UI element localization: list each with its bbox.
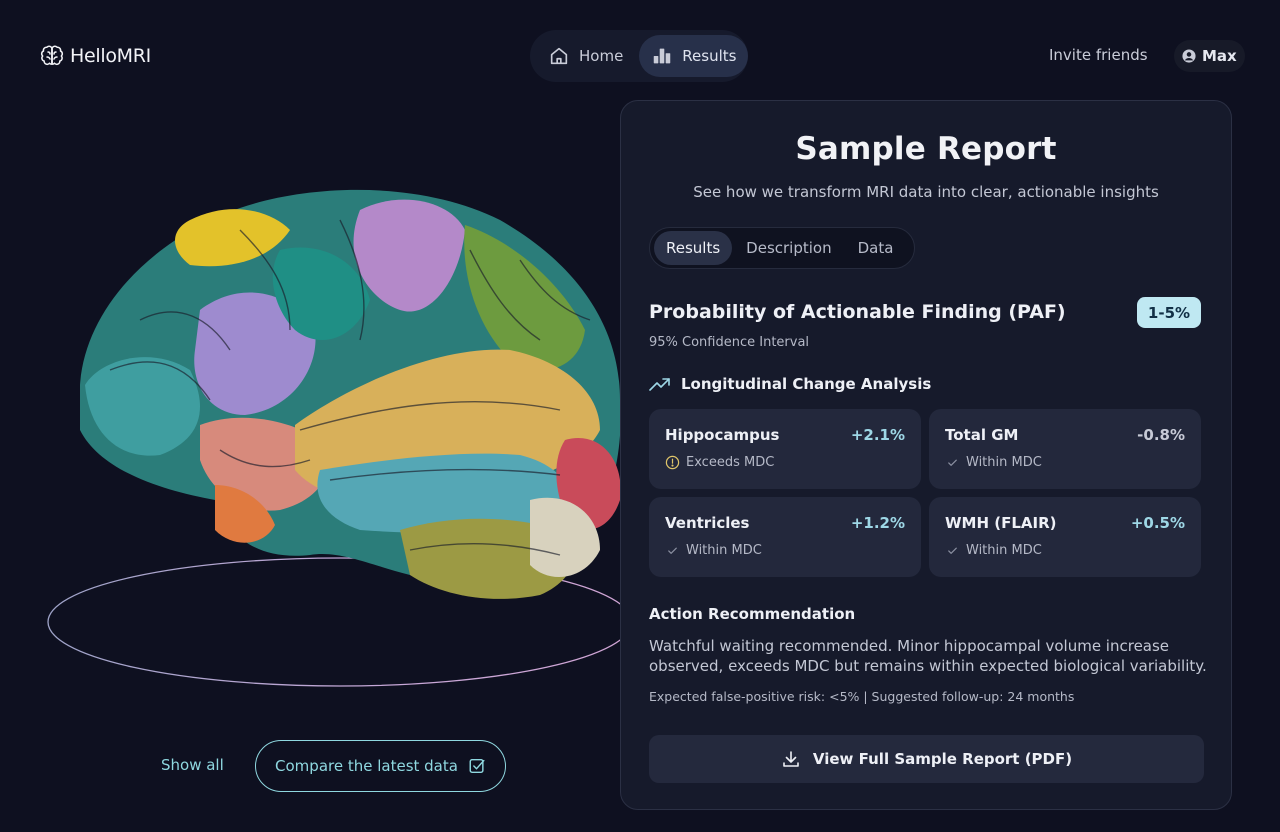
metric-name: Total GM: [945, 426, 1019, 444]
recommendation-heading: Action Recommendation: [649, 605, 856, 623]
metric-status: Within MDC: [945, 455, 1042, 470]
nav-home-label: Home: [579, 47, 624, 65]
checkbox-icon: [469, 758, 485, 774]
metric-name: Ventricles: [665, 514, 750, 532]
main-nav: Home Results: [530, 30, 749, 82]
compare-latest-button[interactable]: Compare the latest data: [255, 740, 506, 792]
sample-report-card: Sample Report See how we transform MRI d…: [620, 100, 1232, 810]
metric-status: Exceeds MDC: [665, 455, 774, 470]
report-title: Sample Report: [795, 131, 1057, 167]
trending-up-icon: [649, 378, 670, 391]
metric-status: Within MDC: [665, 543, 762, 558]
longitudinal-heading-label: Longitudinal Change Analysis: [681, 375, 932, 393]
metric-card-hippocampus[interactable]: Hippocampus +2.1% Exceeds MDC: [649, 409, 921, 489]
paf-title: Probability of Actionable Finding (PAF): [649, 301, 1066, 323]
metric-card-total-gm[interactable]: Total GM -0.8% Within MDC: [929, 409, 1201, 489]
user-circle-icon: [1182, 49, 1196, 63]
metric-value: +1.2%: [850, 514, 905, 532]
app-name: HelloMRI: [70, 45, 151, 67]
brain-3d-model: [47, 189, 633, 687]
brain-icon: [40, 45, 64, 66]
show-all-link[interactable]: Show all: [161, 756, 224, 774]
bar-chart-icon: [654, 48, 671, 64]
metric-status-label: Within MDC: [966, 455, 1042, 470]
recommendation-body: Watchful waiting recommended. Minor hipp…: [649, 637, 1207, 675]
tab-results[interactable]: Results: [654, 231, 733, 265]
alert-circle-icon: [665, 455, 680, 470]
download-icon: [783, 751, 799, 767]
app-logo[interactable]: HelloMRI: [40, 42, 151, 70]
metric-value: -0.8%: [1137, 426, 1185, 444]
recommendation-footnote: Expected false-positive risk: <5% | Sugg…: [649, 689, 1075, 704]
metric-status-label: Within MDC: [686, 543, 762, 558]
metric-value: +2.1%: [850, 426, 905, 444]
tab-description[interactable]: Description: [734, 231, 843, 265]
check-icon: [948, 547, 957, 554]
metric-status: Within MDC: [945, 543, 1042, 558]
nav-home[interactable]: Home: [536, 35, 635, 77]
invite-friends-link[interactable]: Invite friends: [1049, 46, 1148, 64]
metric-status-label: Exceeds MDC: [686, 455, 775, 470]
tab-data[interactable]: Data: [846, 231, 906, 265]
metric-status-label: Within MDC: [966, 543, 1042, 558]
check-icon: [668, 547, 677, 554]
brain-regions: [80, 189, 621, 599]
nav-results-label: Results: [682, 47, 737, 65]
home-icon: [550, 47, 568, 65]
paf-subtitle: 95% Confidence Interval: [649, 335, 810, 350]
report-subtitle: See how we transform MRI data into clear…: [693, 183, 1159, 201]
report-tabs: Results Description Data: [649, 227, 915, 269]
compare-label: Compare the latest data: [275, 757, 458, 775]
paf-badge: 1-5%: [1137, 297, 1201, 328]
user-name: Max: [1202, 47, 1237, 65]
metric-card-ventricles[interactable]: Ventricles +1.2% Within MDC: [649, 497, 921, 577]
longitudinal-heading: Longitudinal Change Analysis: [649, 375, 931, 393]
view-pdf-button[interactable]: View Full Sample Report (PDF): [649, 735, 1204, 783]
check-icon: [948, 459, 957, 466]
nav-results[interactable]: Results: [639, 35, 749, 77]
metric-card-wmh-flair[interactable]: WMH (FLAIR) +0.5% Within MDC: [929, 497, 1201, 577]
metric-name: Hippocampus: [665, 426, 780, 444]
metric-name: WMH (FLAIR): [945, 514, 1057, 532]
metric-value: +0.5%: [1130, 514, 1185, 532]
user-menu[interactable]: Max: [1174, 40, 1245, 72]
brain-visualization[interactable]: [40, 170, 640, 700]
view-pdf-label: View Full Sample Report (PDF): [812, 750, 1073, 768]
